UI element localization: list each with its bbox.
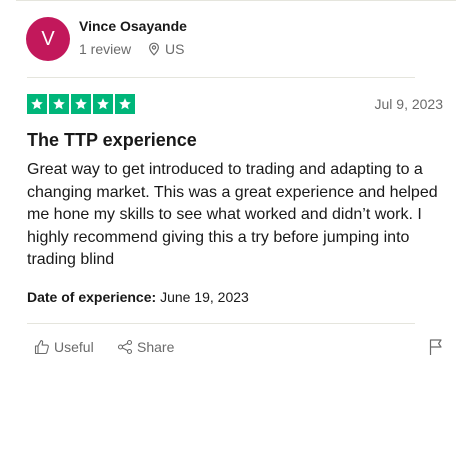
share-label: Share	[137, 339, 175, 355]
divider	[27, 77, 415, 78]
star-icon	[49, 94, 69, 114]
share-button[interactable]: Share	[117, 339, 174, 355]
thumbs-up-icon	[34, 339, 50, 355]
report-flag-button[interactable]	[428, 338, 444, 356]
divider	[27, 323, 415, 324]
flag-icon	[428, 338, 444, 356]
location-pin-icon	[148, 42, 160, 56]
review-title[interactable]: The TTP experience	[27, 130, 197, 151]
star-rating	[27, 94, 135, 114]
star-icon	[93, 94, 113, 114]
review-count: 1 review	[79, 41, 132, 57]
share-icon	[117, 339, 133, 355]
review-date: Jul 9, 2023	[374, 96, 444, 112]
star-icon	[27, 94, 47, 114]
useful-label: Useful	[54, 339, 94, 355]
country-label: US	[165, 41, 185, 57]
review-card: V Vince Osayande 1 review US Jul 9, 2023…	[16, 0, 456, 449]
reviewer-location: US	[148, 41, 184, 57]
review-body: Great way to get introduced to trading a…	[27, 161, 438, 268]
experience-label: Date of experience:	[27, 289, 157, 305]
date-of-experience: Date of experience: June 19, 2023	[27, 289, 249, 305]
star-icon	[71, 94, 91, 114]
reviewer-name[interactable]: Vince Osayande	[79, 18, 187, 34]
star-icon	[115, 94, 135, 114]
avatar[interactable]: V	[26, 17, 70, 61]
top-divider	[16, 0, 456, 1]
useful-button[interactable]: Useful	[34, 339, 94, 355]
experience-date: June 19, 2023	[160, 289, 249, 305]
